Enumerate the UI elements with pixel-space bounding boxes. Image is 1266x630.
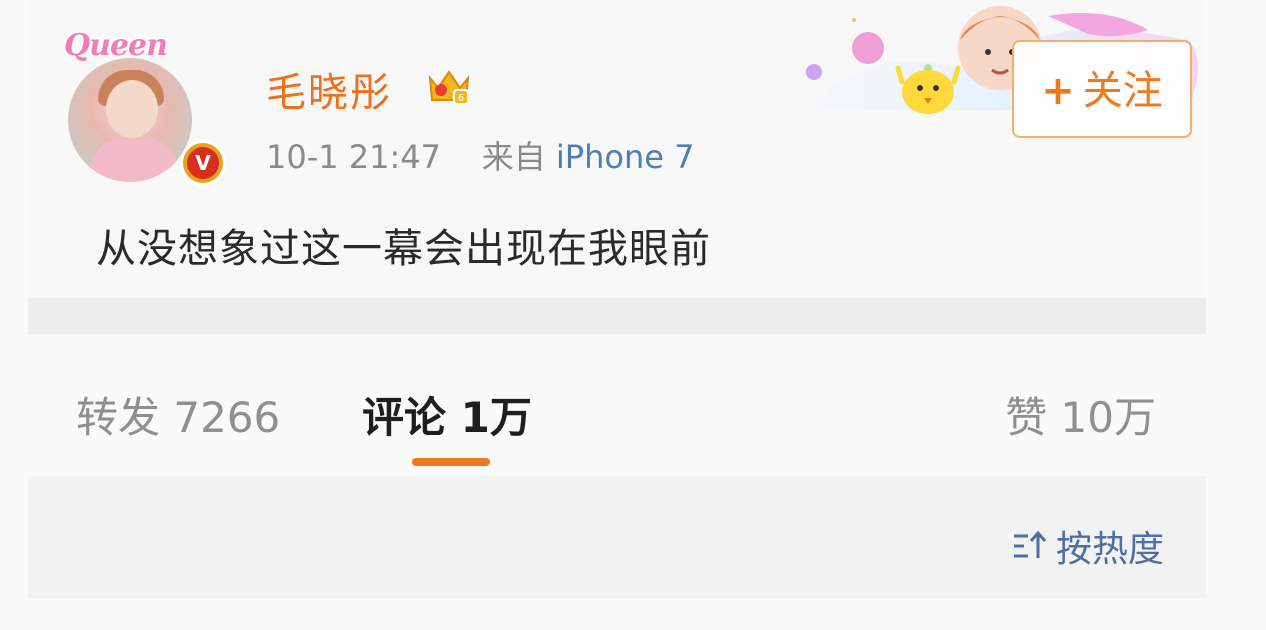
weibo-post-page: Queen V 毛晓彤 6 10-1 21:47 来自 iPhone 7 从没想… — [0, 0, 1266, 630]
sort-label: 按热度 — [1055, 529, 1164, 570]
post-card: Queen V 毛晓彤 6 10-1 21:47 来自 iPhone 7 从没想… — [28, 0, 1206, 298]
active-tab-indicator — [412, 458, 490, 466]
avatar-group[interactable]: Queen V — [64, 28, 226, 186]
avatar[interactable] — [68, 58, 192, 182]
timestamp: 10-1 21:47 — [266, 138, 442, 176]
follow-button[interactable]: + 关注 — [1012, 40, 1192, 138]
verified-mark: V — [187, 147, 219, 179]
post-text: 从没想象过这一幕会出现在我眼前 — [96, 226, 711, 272]
interaction-tabs: 转发 7266 评论 1万 赞 10万 — [28, 334, 1206, 476]
divider-band — [28, 298, 1206, 334]
comments-area: 按热度 — [28, 476, 1206, 598]
post-meta: 10-1 21:47 来自 iPhone 7 — [266, 132, 694, 178]
source-prefix: 来自 — [481, 138, 546, 176]
plus-icon: + — [1041, 68, 1075, 114]
sort-icon — [1013, 530, 1047, 558]
sort-by-hot-button[interactable]: 按热度 — [1012, 520, 1164, 572]
vip-level: 6 — [458, 93, 464, 104]
tab-comments[interactable]: 评论 1万 — [362, 384, 532, 445]
username[interactable]: 毛晓彤 — [266, 60, 392, 118]
tab-likes[interactable]: 赞 10万 — [1005, 384, 1156, 445]
tab-repost[interactable]: 转发 7266 — [76, 384, 280, 445]
avatar-frame-text: Queen — [64, 28, 168, 63]
bottom-strip — [0, 598, 1266, 630]
source-device[interactable]: iPhone 7 — [556, 138, 695, 176]
crown-icon[interactable]: 6 — [426, 64, 472, 108]
follow-label: 关注 — [1082, 68, 1163, 114]
verified-badge-icon: V — [180, 140, 226, 186]
